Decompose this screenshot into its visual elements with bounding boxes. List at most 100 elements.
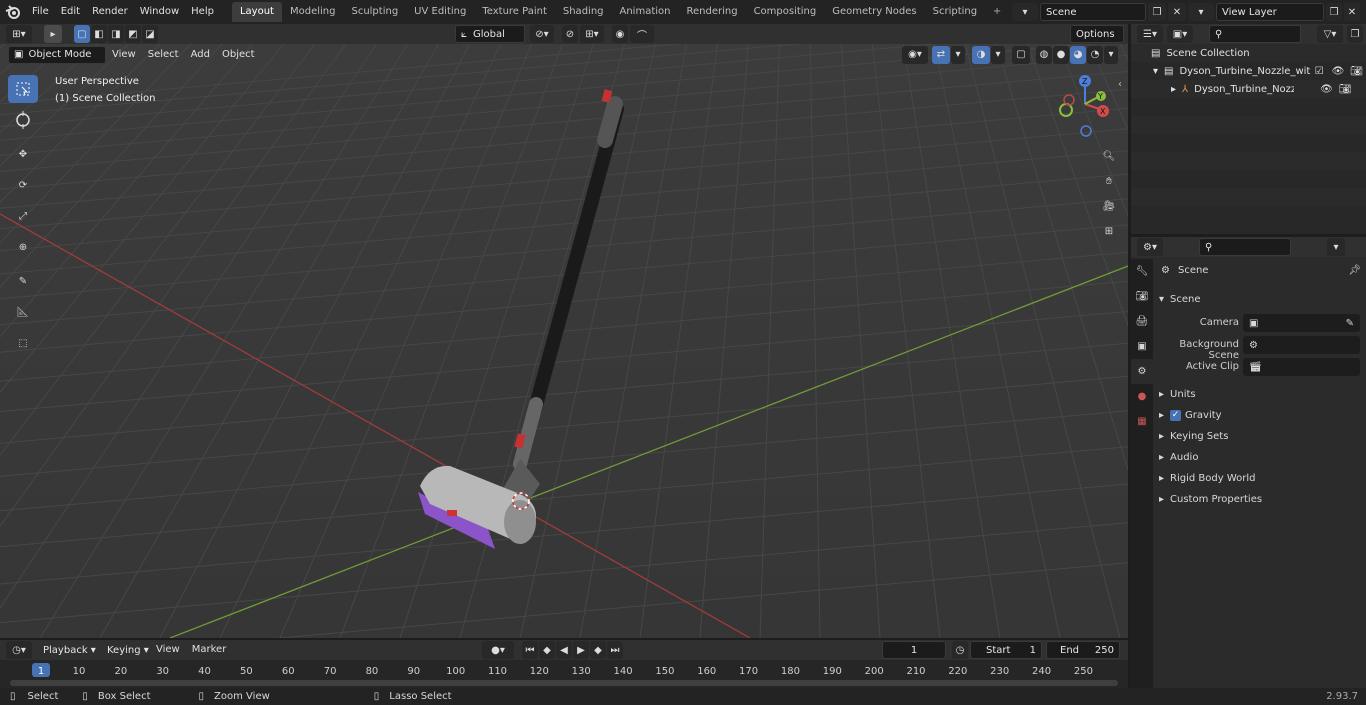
world-tab-icon[interactable]: ● — [1131, 384, 1153, 409]
cursor-tool-icon[interactable] — [8, 106, 38, 134]
tab-uv-editing[interactable]: UV Editing — [406, 2, 474, 22]
tab-sculpting[interactable]: Sculpting — [343, 2, 406, 22]
measure-tool-icon[interactable]: 📐︎ — [8, 298, 38, 326]
texture-tab-icon[interactable]: ▦ — [1131, 409, 1153, 434]
zoom-icon[interactable]: 🔍︎ — [1098, 145, 1120, 167]
tab-layout[interactable]: Layout — [231, 2, 282, 22]
annotate-tool-icon[interactable]: ✎ — [8, 267, 38, 295]
menu-render[interactable]: Render — [86, 0, 134, 24]
properties-search-input[interactable]: ⚲ — [1199, 238, 1291, 256]
timeline-editor-type-icon[interactable]: ◷▾ — [6, 641, 32, 659]
gizmo-dropdown-icon[interactable]: ▾ — [951, 45, 965, 64]
blender-logo-icon[interactable] — [0, 0, 26, 24]
keying-menu[interactable]: Keying ▾ — [102, 641, 150, 659]
snap-element-icon[interactable]: ⊞▾ — [580, 25, 604, 43]
select-invert-icon[interactable]: ◩ — [125, 25, 141, 43]
properties-editor-type-icon[interactable]: ⚙▾ — [1137, 238, 1163, 256]
viewport-menu-select[interactable]: Select — [142, 44, 185, 65]
scale-tool-icon[interactable]: ⤢ — [8, 202, 38, 230]
select-intersect-icon[interactable]: ◪ — [142, 25, 158, 43]
keying-sets-section[interactable]: ▸ Keying Sets — [1159, 427, 1228, 445]
tab-shading[interactable]: Shading — [555, 2, 612, 22]
add-workspace-icon[interactable]: + — [989, 4, 1005, 20]
outliner-editor-type-icon[interactable]: ☰▾ — [1137, 25, 1163, 43]
collection-checkbox-icon[interactable]: ☑ — [1315, 66, 1324, 77]
view-layer-copy-icon[interactable]: ❐ — [1326, 3, 1342, 21]
new-collection-icon[interactable]: ❐ — [1347, 25, 1363, 43]
snap-toggle-icon[interactable]: ⊘ — [562, 25, 578, 43]
gravity-checkbox-icon[interactable]: ✓ — [1170, 409, 1182, 421]
viewport-menu-add[interactable]: Add — [185, 44, 216, 65]
viewport-menu-object[interactable]: Object — [216, 44, 261, 65]
options-dropdown[interactable]: Options — [1070, 25, 1124, 43]
tab-geometry-nodes[interactable]: Geometry Nodes — [824, 2, 924, 22]
outliner-display-mode-icon[interactable]: ▣▾ — [1167, 25, 1193, 43]
outliner-scene-collection[interactable]: ▤ Scene Collection — [1151, 48, 1250, 59]
output-tab-icon[interactable]: 🖨︎ — [1131, 309, 1153, 334]
tab-modeling[interactable]: Modeling — [282, 2, 344, 22]
3d-viewport[interactable]: ⊞▾ ▸ ▢ ◧ ◨ ◩ ◪ ⟀ Global ⊘▾ ⊘ ⊞▾ ◉ ⌒ Opti… — [0, 24, 1128, 638]
select-mode-tool-icon[interactable]: ▸ — [44, 25, 62, 43]
properties-options-icon[interactable]: ▾ — [1327, 238, 1345, 256]
outliner-search-input[interactable]: ⚲ — [1209, 25, 1301, 43]
shading-wireframe-icon[interactable]: ◍ — [1036, 45, 1052, 64]
overlay-toggle-icon[interactable]: ◑ — [972, 45, 990, 64]
menu-help[interactable]: Help — [185, 0, 220, 24]
background-scene-field[interactable]: ⚙ — [1243, 336, 1360, 354]
frame-ruler[interactable]: 1 10 20 30 40 50 60 70 80 90 100 110 120 130 140 150 160… — [0, 660, 1128, 688]
preview-range-icon[interactable]: ◷ — [952, 641, 968, 659]
scene-browse-icon[interactable]: ▾ — [1012, 3, 1038, 21]
move-tool-icon[interactable]: ✥ — [8, 140, 38, 168]
outliner-collection-row[interactable]: ▾ ▤ Dyson_Turbine_Nozzle_with_T ☑ 👁︎ 📷︎ — [1153, 66, 1363, 77]
jump-start-icon[interactable]: ⏮ — [522, 641, 538, 659]
menu-file[interactable]: File — [26, 0, 55, 24]
tab-animation[interactable]: Animation — [612, 2, 679, 22]
jump-keyframe-back-icon[interactable]: ◆ — [539, 641, 555, 659]
current-frame-field[interactable]: 1 — [882, 641, 946, 659]
units-section[interactable]: ▸ Units — [1159, 385, 1196, 403]
render-tab-icon[interactable]: 📷︎ — [1131, 284, 1153, 309]
select-subtract-icon[interactable]: ◨ — [108, 25, 124, 43]
scene-panel-header[interactable]: ▾ Scene — [1159, 290, 1359, 308]
select-extend-icon[interactable]: ◧ — [91, 25, 107, 43]
timeline-menu-marker[interactable]: Marker — [186, 640, 233, 660]
tab-rendering[interactable]: Rendering — [678, 2, 745, 22]
end-frame-field[interactable]: End 250 — [1046, 641, 1120, 659]
shading-rendered-icon[interactable]: ◔ — [1087, 45, 1103, 64]
pin-icon[interactable]: 📌︎ — [1348, 265, 1361, 276]
scene-name-field[interactable]: Scene — [1040, 3, 1146, 21]
shading-dropdown-icon[interactable]: ▾ — [1104, 45, 1118, 64]
select-box-tool-icon[interactable] — [8, 75, 38, 103]
view-layer-field[interactable]: View Layer — [1216, 3, 1324, 21]
menu-window[interactable]: Window — [134, 0, 185, 24]
eyedropper-icon[interactable]: ✎ — [1346, 318, 1354, 329]
scene-tab-icon[interactable]: ⚙ — [1131, 359, 1153, 384]
active-clip-field[interactable]: 🎬︎ — [1243, 358, 1360, 376]
timeline-scrollbar[interactable] — [10, 680, 1118, 686]
jump-end-icon[interactable]: ⏭ — [607, 641, 623, 659]
camera-view-icon[interactable]: 🎥︎ — [1098, 195, 1120, 217]
scene-close-icon[interactable]: ✕ — [1168, 3, 1186, 21]
camera-icon[interactable]: 📷︎ — [1350, 66, 1363, 77]
gizmo-toggle-icon[interactable]: ⇄ — [932, 45, 950, 64]
proportional-edit-icon[interactable]: ◉ — [612, 25, 628, 43]
tool-tab-icon[interactable]: 🔧︎ — [1131, 259, 1153, 284]
gravity-section[interactable]: ▸ ✓ Gravity — [1159, 406, 1222, 424]
audio-section[interactable]: ▸ Audio — [1159, 448, 1198, 466]
outliner-object-row[interactable]: ▸ ⅄ Dyson_Turbine_Nozzle_w 👁︎ 📷︎ — [1171, 84, 1363, 95]
object-mode-dropdown[interactable]: ▣ Object Mode — [8, 45, 106, 64]
scene-copy-icon[interactable]: ❐ — [1148, 3, 1166, 21]
start-frame-field[interactable]: Start 1 — [970, 641, 1042, 659]
editor-type-icon[interactable]: ⊞▾ — [6, 25, 32, 43]
play-icon[interactable]: ▶ — [573, 641, 589, 659]
jump-keyframe-forward-icon[interactable]: ◆ — [590, 641, 606, 659]
select-new-icon[interactable]: ▢ — [74, 25, 90, 43]
viewport-menu-view[interactable]: View — [106, 44, 142, 65]
proportional-falloff-icon[interactable]: ⌒ — [630, 25, 654, 43]
tab-texture-paint[interactable]: Texture Paint — [474, 2, 555, 22]
camera-icon[interactable]: 📷︎ — [1339, 84, 1352, 95]
menu-edit[interactable]: Edit — [55, 0, 86, 24]
view-layer-browse-icon[interactable]: ▾ — [1188, 3, 1214, 21]
play-reverse-icon[interactable]: ◀ — [556, 641, 572, 659]
pivot-point-icon[interactable]: ⊘▾ — [530, 25, 554, 43]
